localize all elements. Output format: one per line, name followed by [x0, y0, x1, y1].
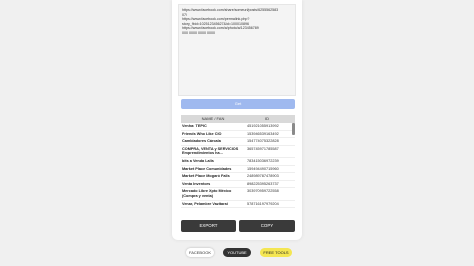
row-id: 578716197979204: [247, 201, 279, 206]
facebook-link[interactable]: FACEBOOK: [186, 248, 214, 257]
table-row[interactable]: Friends Who Like CIO 153946539163492: [181, 131, 295, 139]
table-row[interactable]: Venta Inventors 898225395263737: [181, 181, 295, 189]
export-button[interactable]: EXPORT: [181, 220, 236, 232]
row-id: 154774075322828: [247, 139, 279, 144]
row-id: 303970959722558: [247, 189, 279, 194]
results-table: NAME / FAN ID Venha: TEPIC 45192105591399…: [181, 115, 295, 215]
row-name: Venar, Pelambre Vazitarai: [182, 201, 228, 206]
row-id: 153946539163492: [247, 131, 279, 136]
youtube-link[interactable]: YOUTUBE: [223, 248, 251, 257]
textarea-line: 000 0000 0000 0000: [182, 30, 215, 35]
row-name: COMPRA, VENTA y SERVICIOS Emprendimiento…: [182, 146, 239, 156]
table-row[interactable]: Venar, Pelambre Vazitarai 578716197979204: [181, 201, 295, 209]
row-name: Mercado Libre Xpto México (Compra y vent…: [182, 189, 232, 198]
textarea-line: https://www.facebook.com/share/someurl/p…: [182, 8, 279, 12]
row-id: 248989787478903: [247, 174, 279, 179]
row-id: 159494490715960: [247, 166, 279, 171]
row-id: 365745971785587: [247, 146, 279, 151]
copy-button[interactable]: COPY: [239, 220, 295, 232]
table-row[interactable]: bits a Venda Lalis 783415036972239: [181, 158, 295, 166]
header-id: ID: [265, 116, 269, 121]
table-header: NAME / FAN ID: [181, 115, 295, 123]
get-ids-button[interactable]: Get: [181, 99, 295, 109]
row-name: Cambiadores Cárcala: [182, 139, 221, 144]
url-textarea[interactable]: https://www.facebook.com/share/someurl/p…: [178, 4, 296, 96]
row-name: Market Place Comunidades: [182, 166, 232, 171]
row-id: 783415036972239: [247, 158, 279, 163]
free-tools-link[interactable]: FREE TOOLS: [260, 248, 292, 257]
row-name: bits a Venda Lalis: [182, 158, 214, 163]
table-row[interactable]: Cambiadores Cárcala 154774075322828: [181, 138, 295, 146]
table-row[interactable]: Venha: TEPIC 451921055913992: [181, 123, 295, 131]
row-name: Friends Who Like CIO: [182, 131, 222, 136]
row-name: Venta Inventors: [182, 181, 211, 186]
table-row[interactable]: Mercado Libre Xpto México (Compra y vent…: [181, 188, 295, 201]
row-name: Venha: TEPIC: [182, 124, 207, 128]
table-scrollbar[interactable]: [292, 123, 295, 135]
table-row[interactable]: COMPRA, VENTA y SERVICIOS Emprendimiento…: [181, 146, 295, 158]
row-id: 898225395263737: [247, 181, 279, 186]
header-name: NAME / FAN: [201, 116, 225, 121]
row-id: 451921055913992: [247, 124, 279, 128]
table-row[interactable]: Market Place Mogaró Falls 248989787478903: [181, 173, 295, 181]
table-row[interactable]: Market Place Comunidades 159494490715960: [181, 166, 295, 174]
row-name: Market Place Mogaró Falls: [182, 174, 230, 179]
